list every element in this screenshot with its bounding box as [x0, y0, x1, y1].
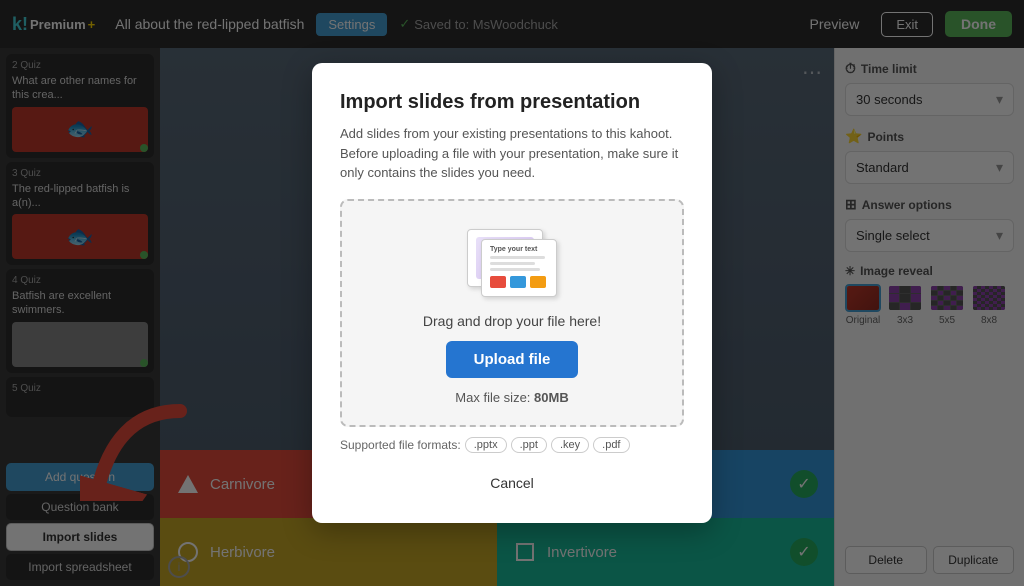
format-pdf: .pdf: [593, 437, 629, 453]
drop-zone-text: Drag and drop your file here!: [423, 313, 601, 329]
supported-label: Supported file formats:: [340, 438, 461, 452]
modal-description: Add slides from your existing presentati…: [340, 124, 684, 183]
max-file-size: Max file size: 80MB: [455, 390, 568, 405]
modal-overlay: Import slides from presentation Add slid…: [0, 0, 1024, 586]
max-size-prefix: Max file size:: [455, 390, 534, 405]
modal-title: Import slides from presentation: [340, 91, 684, 114]
format-key: .key: [551, 437, 589, 453]
format-pptx: .pptx: [465, 437, 507, 453]
max-size-value: 80MB: [534, 390, 569, 405]
upload-file-button[interactable]: Upload file: [446, 341, 579, 378]
upload-illustration: Type your text: [467, 229, 557, 297]
supported-formats: Supported file formats: .pptx .ppt .key …: [340, 437, 684, 453]
format-ppt: .ppt: [511, 437, 547, 453]
cancel-button[interactable]: Cancel: [340, 467, 684, 499]
import-slides-modal: Import slides from presentation Add slid…: [312, 63, 712, 523]
upload-drop-zone[interactable]: Type your text Drag and drop your file h…: [340, 199, 684, 427]
